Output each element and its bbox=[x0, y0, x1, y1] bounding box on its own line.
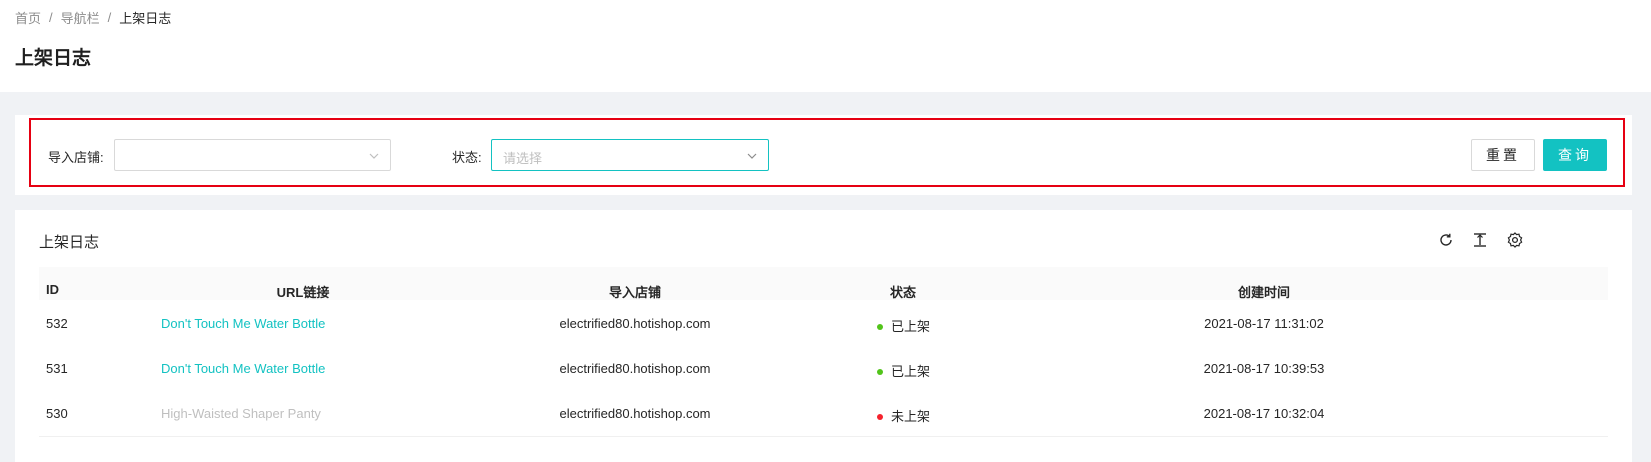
status-text: 未上架 bbox=[891, 409, 931, 424]
cell-store: electrified80.hotishop.com bbox=[559, 316, 711, 331]
breadcrumb-separator: / bbox=[107, 10, 112, 25]
breadcrumb-separator: / bbox=[49, 10, 53, 25]
status-dot bbox=[877, 368, 883, 375]
column-header-store[interactable]: 导入店铺 bbox=[609, 282, 661, 301]
column-header-created[interactable]: 创建时间 bbox=[1238, 282, 1290, 301]
cell-id: 532 bbox=[46, 316, 68, 331]
column-height-icon[interactable] bbox=[1471, 231, 1489, 249]
refresh-icon[interactable] bbox=[1437, 231, 1455, 249]
table-title: 上架日志 bbox=[39, 234, 100, 251]
cell-id: 531 bbox=[46, 361, 68, 376]
query-button[interactable]: 查询 bbox=[1543, 139, 1607, 171]
cell-status: 未上架 bbox=[877, 406, 930, 425]
store-filter-label: 导入店铺: bbox=[48, 150, 104, 165]
column-header-id[interactable]: ID bbox=[46, 282, 59, 297]
cell-id: 530 bbox=[46, 406, 68, 421]
store-select[interactable] bbox=[114, 139, 391, 171]
cell-url-link[interactable]: High-Waisted Shaper Panty bbox=[161, 406, 321, 421]
cell-created: 2021-08-17 10:32:04 bbox=[1203, 406, 1325, 421]
cell-url-link[interactable]: Don't Touch Me Water Bottle bbox=[161, 316, 325, 331]
cell-store: electrified80.hotishop.com bbox=[559, 361, 711, 376]
breadcrumb-nav[interactable]: 导航栏 bbox=[61, 8, 100, 27]
status-text: 已上架 bbox=[891, 319, 931, 334]
cell-store: electrified80.hotishop.com bbox=[559, 406, 711, 421]
cell-status: 已上架 bbox=[877, 361, 930, 380]
table-row: 532 Don't Touch Me Water Bottle electrif… bbox=[39, 300, 1608, 347]
table-row: 531 Don't Touch Me Water Bottle electrif… bbox=[39, 345, 1608, 392]
status-dot bbox=[877, 413, 883, 420]
setting-icon[interactable] bbox=[1506, 231, 1524, 249]
breadcrumb: 首页 / 导航栏 / 上架日志 bbox=[15, 8, 171, 27]
cell-created: 2021-08-17 11:31:02 bbox=[1204, 316, 1324, 331]
cell-url-link[interactable]: Don't Touch Me Water Bottle bbox=[161, 361, 325, 376]
status-select[interactable]: 请选择 bbox=[491, 139, 769, 171]
table-row: 530 High-Waisted Shaper Panty electrifie… bbox=[39, 390, 1608, 437]
page-header bbox=[0, 0, 1651, 92]
column-header-status[interactable]: 状态 bbox=[890, 282, 916, 301]
status-select-placeholder: 请选择 bbox=[503, 151, 543, 166]
page-title: 上架日志 bbox=[15, 48, 92, 69]
cell-created: 2021-08-17 10:39:53 bbox=[1203, 361, 1325, 376]
breadcrumb-current: 上架日志 bbox=[119, 11, 172, 26]
column-header-url[interactable]: URL链接 bbox=[277, 282, 330, 301]
breadcrumb-home[interactable]: 首页 bbox=[15, 8, 41, 27]
chevron-down-icon bbox=[747, 153, 757, 159]
status-filter-label: 状态: bbox=[452, 150, 482, 165]
status-text: 已上架 bbox=[891, 364, 931, 379]
reset-button[interactable]: 重置 bbox=[1471, 139, 1535, 171]
cell-status: 已上架 bbox=[877, 316, 930, 335]
status-dot bbox=[877, 323, 883, 330]
chevron-down-icon bbox=[369, 153, 379, 159]
